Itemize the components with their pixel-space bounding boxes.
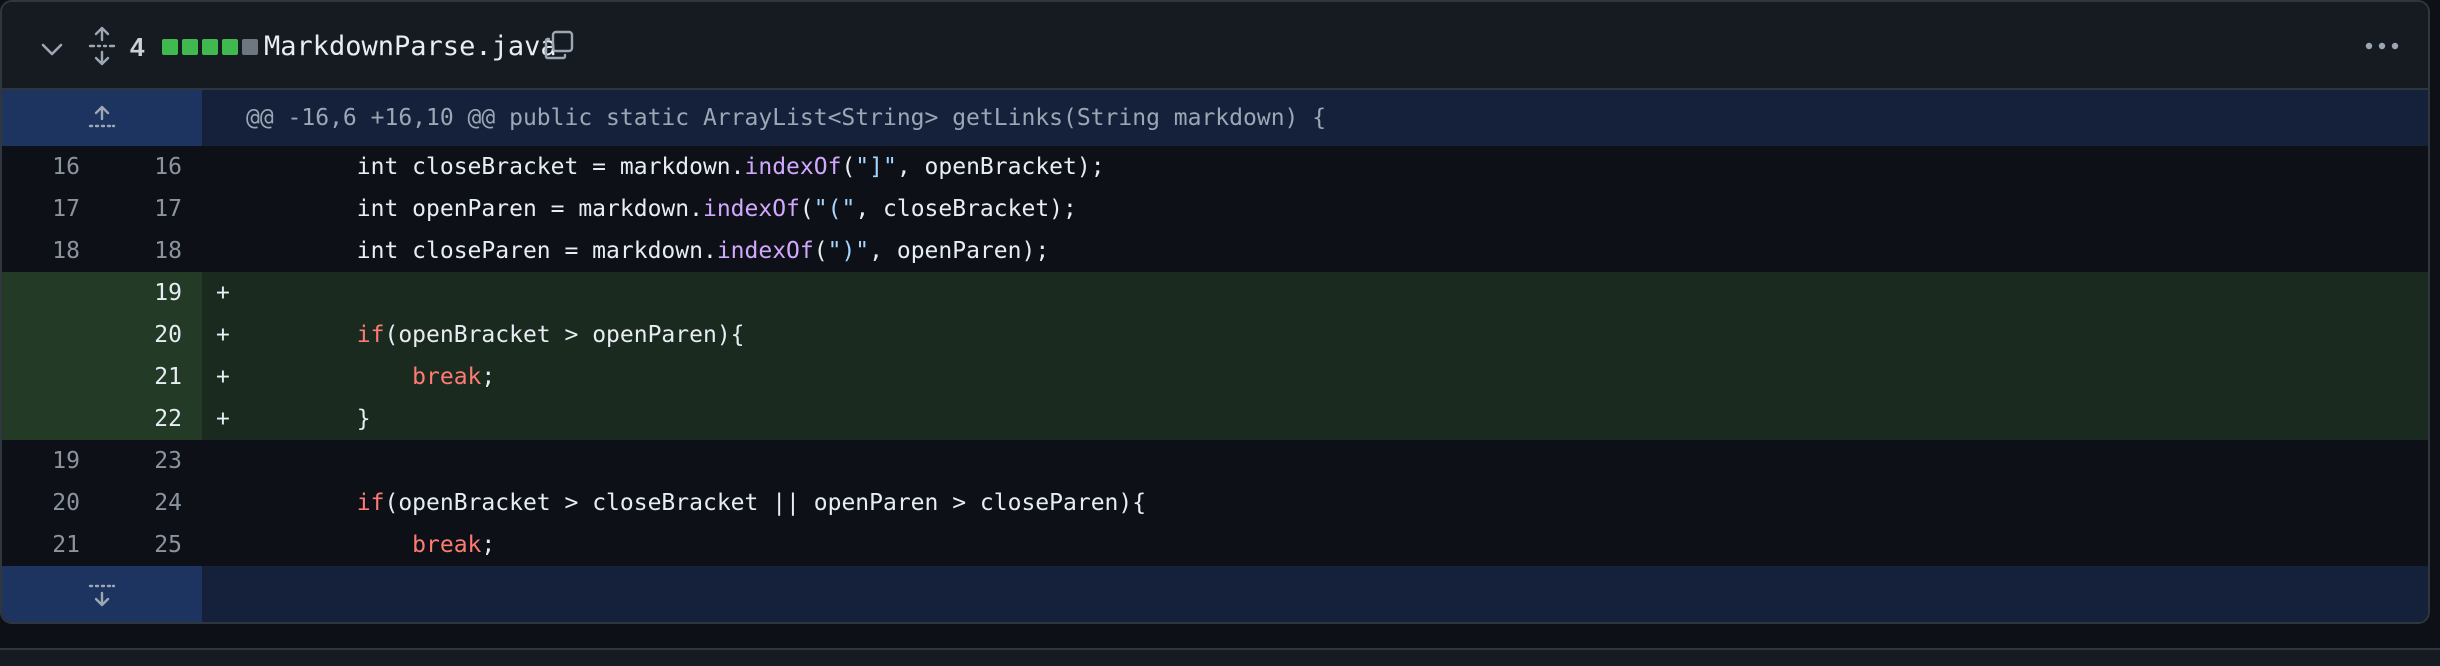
diff-line-added: 21 + break;	[2, 356, 2428, 398]
code-token: indexOf	[702, 196, 800, 222]
file-header: 4 MarkdownParse.java	[2, 2, 2428, 90]
new-line-number[interactable]: 21	[102, 356, 182, 398]
diff-table: @@ -16,6 +16,10 @@ public static ArrayLi…	[2, 90, 2428, 622]
diff-line-context: 19 23	[2, 440, 2428, 482]
next-file-edge	[0, 648, 2440, 666]
hunk-header-text: @@ -16,6 +16,10 @@ public static ArrayLi…	[246, 105, 1327, 131]
new-line-number[interactable]: 22	[102, 398, 182, 440]
old-line-number[interactable]: 16	[2, 146, 80, 188]
code-token: ")"	[827, 238, 870, 264]
hunk-footer	[2, 566, 2428, 622]
code-line: int closeParen = markdown.indexOf(")", o…	[246, 230, 1049, 272]
code-token: break	[412, 532, 482, 558]
code-token: , closeBracket);	[855, 196, 1077, 222]
changes-count: 4	[130, 31, 145, 62]
new-line-number[interactable]: 25	[102, 524, 182, 566]
diff-line-context: 17 17 int openParen = markdown.indexOf("(…	[2, 188, 2428, 230]
code-token: , openParen);	[869, 238, 1050, 264]
old-line-number[interactable]	[2, 314, 80, 356]
code-token: }	[246, 406, 371, 432]
new-line-number[interactable]: 24	[102, 482, 182, 524]
code-line: int closeBracket = markdown.indexOf("]",…	[246, 146, 1105, 188]
new-line-number[interactable]: 23	[102, 440, 182, 482]
kebab-horizontal-icon[interactable]	[2360, 26, 2404, 66]
old-line-number[interactable]: 19	[2, 440, 80, 482]
diffstat-block	[182, 39, 198, 55]
diffstat	[162, 38, 258, 56]
file-name-link[interactable]: MarkdownParse.java	[264, 26, 557, 66]
code-token: , openBracket);	[896, 154, 1105, 180]
code-token: indexOf	[716, 238, 814, 264]
new-line-number[interactable]: 18	[102, 230, 182, 272]
diff-marker: +	[216, 322, 230, 348]
chevron-down-icon[interactable]	[32, 30, 72, 70]
code-token: (	[813, 238, 828, 264]
old-line-number[interactable]	[2, 356, 80, 398]
expand-up-icon[interactable]	[2, 90, 202, 146]
code-token: ;	[481, 364, 496, 390]
code-line: break;	[246, 524, 495, 566]
new-line-number[interactable]: 17	[102, 188, 182, 230]
diff-line-context: 18 18 int closeParen = markdown.indexOf("…	[2, 230, 2428, 272]
diffstat-block	[202, 39, 218, 55]
new-line-number[interactable]: 20	[102, 314, 182, 356]
code-token: if	[356, 322, 385, 348]
code-token: int closeBracket = markdown.	[246, 154, 745, 180]
code-token: "]"	[855, 154, 897, 180]
code-line: if(openBracket > closeBracket || openPar…	[246, 482, 1146, 524]
code-token: indexOf	[744, 154, 842, 180]
diff-marker: +	[216, 280, 230, 306]
diffstat-block	[222, 39, 238, 55]
code-token: ;	[481, 532, 496, 558]
diff-line-added: 22 + }	[2, 398, 2428, 440]
new-line-number[interactable]: 16	[102, 146, 182, 188]
code-token: (openBracket > closeBracket || openParen…	[384, 490, 1147, 516]
diff-line-context: 21 25 break;	[2, 524, 2428, 566]
old-line-number[interactable]: 18	[2, 230, 80, 272]
code-line: if(openBracket > openParen){	[246, 314, 745, 356]
old-line-number[interactable]: 17	[2, 188, 80, 230]
diff-line-context: 16 16 int closeBracket = markdown.indexOf…	[2, 146, 2428, 188]
code-token: int openParen = markdown.	[246, 196, 703, 222]
code-token: (openBracket > openParen){	[384, 322, 745, 348]
diffstat-block	[162, 39, 178, 55]
expand-down-icon[interactable]	[2, 566, 202, 622]
unfold-icon[interactable]	[82, 24, 122, 68]
code-line: }	[246, 398, 371, 440]
diff-file: 4 MarkdownParse.java @@ -16,6 +16,10 @@ …	[0, 0, 2430, 624]
diff-marker: +	[216, 364, 230, 390]
diff-line-added: 20 + if(openBracket > openParen){	[2, 314, 2428, 356]
old-line-number[interactable]	[2, 272, 80, 314]
code-line: break;	[246, 356, 495, 398]
code-token: int closeParen = markdown.	[246, 238, 717, 264]
code-token: break	[412, 364, 482, 390]
old-line-number[interactable]: 20	[2, 482, 80, 524]
diffstat-block	[242, 39, 258, 55]
code-token: (	[841, 154, 856, 180]
diff-line-added: 19 +	[2, 272, 2428, 314]
hunk-header: @@ -16,6 +16,10 @@ public static ArrayLi…	[2, 90, 2428, 146]
code-token: (	[799, 196, 814, 222]
code-line: int openParen = markdown.indexOf("(", cl…	[246, 188, 1077, 230]
diff-marker: +	[216, 406, 230, 432]
new-line-number[interactable]: 19	[102, 272, 182, 314]
old-line-number[interactable]: 21	[2, 524, 80, 566]
diff-line-context: 20 24 if(openBracket > closeBracket || op…	[2, 482, 2428, 524]
copy-icon[interactable]	[540, 26, 578, 64]
old-line-number[interactable]	[2, 398, 80, 440]
code-token: if	[356, 490, 385, 516]
code-token: "("	[813, 196, 856, 222]
